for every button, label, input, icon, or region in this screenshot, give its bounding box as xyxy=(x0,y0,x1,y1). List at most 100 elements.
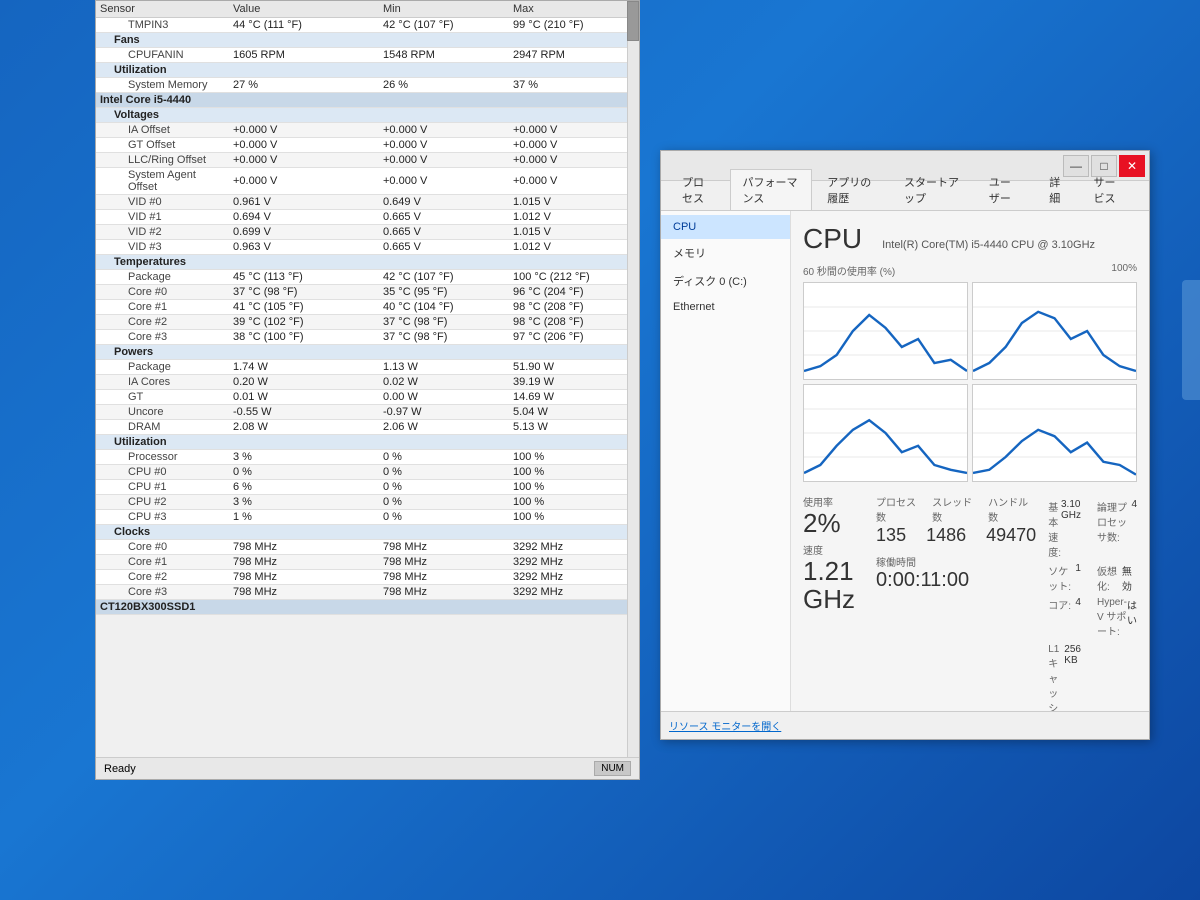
table-row: DRAM2.08 W2.06 W5.13 W xyxy=(96,420,639,435)
sensor-table-scroll[interactable]: Sensor Value Min Max TMPIN344 °C (111 °F… xyxy=(96,1,639,757)
sensor-name-cell: Core #1 xyxy=(96,555,229,570)
hyperv-value: はい xyxy=(1127,597,1137,638)
sensor-value-cell: 798 MHz xyxy=(229,585,379,600)
sensor-header-cell: Intel Core i5-4440 xyxy=(96,93,639,108)
sensor-max-cell: 39.19 W xyxy=(509,375,639,390)
tab-history[interactable]: アプリの履歴 xyxy=(814,169,889,210)
sensor-max-cell: 51.90 W xyxy=(509,360,639,375)
sensor-value-cell: 44 °C (111 °F) xyxy=(229,18,379,33)
table-row: CT120BX300SSD1 xyxy=(96,600,639,615)
sensor-value-cell: 798 MHz xyxy=(229,540,379,555)
sensor-min-cell: +0.000 V xyxy=(379,123,509,138)
cpu-graphs-grid xyxy=(803,282,1137,482)
tab-users[interactable]: ユーザー xyxy=(976,169,1034,210)
sensor-header-cell: Fans xyxy=(96,33,639,48)
cpu-model-label: Intel(R) Core(TM) i5-4440 CPU @ 3.10GHz xyxy=(882,239,1095,251)
table-row: Core #239 °C (102 °F)37 °C (98 °F)98 °C … xyxy=(96,315,639,330)
handles-value: 49470 xyxy=(986,526,1036,546)
sensor-name-cell: GT Offset xyxy=(96,138,229,153)
sensor-min-cell: 2.06 W xyxy=(379,420,509,435)
taskmanager-panel: — □ ✕ プロセス パフォーマンス アプリの履歴 スタートアップ ユーザー 詳… xyxy=(660,150,1150,740)
sensor-name-cell: Core #2 xyxy=(96,570,229,585)
table-row: Utilization xyxy=(96,63,639,78)
sensor-max-cell: 37 % xyxy=(509,78,639,93)
sensor-value-cell: 37 °C (98 °F) xyxy=(229,285,379,300)
sensor-min-cell: 40 °C (104 °F) xyxy=(379,300,509,315)
sensor-value-cell: 1.74 W xyxy=(229,360,379,375)
scrollbar[interactable] xyxy=(627,1,639,757)
sidebar-item-memory[interactable]: メモリ xyxy=(661,239,790,267)
table-row: Core #3798 MHz798 MHz3292 MHz xyxy=(96,585,639,600)
sensor-min-cell: 0 % xyxy=(379,450,509,465)
sensor-value-cell: 0.963 V xyxy=(229,240,379,255)
sensor-name-cell: System Agent Offset xyxy=(96,168,229,195)
table-row: Uncore-0.55 W-0.97 W5.04 W xyxy=(96,405,639,420)
cpu-detail-main: CPU Intel(R) Core(TM) i5-4440 CPU @ 3.10… xyxy=(791,211,1149,711)
sensor-name-cell: CPU #1 xyxy=(96,480,229,495)
sensor-max-cell: 5.04 W xyxy=(509,405,639,420)
sensor-min-cell: 798 MHz xyxy=(379,555,509,570)
table-row: VID #20.699 V0.665 V1.015 V xyxy=(96,225,639,240)
col-value: Value xyxy=(229,1,379,18)
tabs-bar: プロセス パフォーマンス アプリの履歴 スタートアップ ユーザー 詳細 サービス xyxy=(661,181,1149,211)
resource-monitor-link[interactable]: リソース モニターを開く xyxy=(669,718,781,733)
sensor-max-cell: 1.015 V xyxy=(509,195,639,210)
performance-sidebar: CPU メモリ ディスク 0 (C:) Ethernet xyxy=(661,211,791,711)
sensor-name-cell: IA Cores xyxy=(96,375,229,390)
cores-row: コア: 4 xyxy=(1048,596,1081,639)
cpu-info-grid: 基本速度: 3.10 GHz 論理プロセッサ数: 4 ソケット: 1 仮想化 xyxy=(1048,498,1137,711)
content-area: CPU メモリ ディスク 0 (C:) Ethernet CPU Intel(R… xyxy=(661,211,1149,711)
sensor-value-cell: 3 % xyxy=(229,450,379,465)
sensor-header-cell: Clocks xyxy=(96,525,639,540)
sensor-name-cell: GT xyxy=(96,390,229,405)
cores-value: 4 xyxy=(1075,597,1081,638)
col-sensor: Sensor xyxy=(96,1,229,18)
sensor-max-cell: 97 °C (206 °F) xyxy=(509,330,639,345)
sensor-min-cell: 1.13 W xyxy=(379,360,509,375)
tab-services[interactable]: サービス xyxy=(1081,169,1140,210)
cpu-graph-1 xyxy=(972,282,1137,380)
sensor-name-cell: Core #0 xyxy=(96,285,229,300)
col-min: Min xyxy=(379,1,509,18)
scroll-thumb[interactable] xyxy=(627,1,639,41)
table-row: VID #10.694 V0.665 V1.012 V xyxy=(96,210,639,225)
sensor-min-cell: 0 % xyxy=(379,510,509,525)
tab-details[interactable]: 詳細 xyxy=(1036,169,1078,210)
sidebar-item-disk[interactable]: ディスク 0 (C:) xyxy=(661,267,790,295)
sensor-min-cell: 798 MHz xyxy=(379,570,509,585)
sensor-max-cell: 100 % xyxy=(509,495,639,510)
tab-performance[interactable]: パフォーマンス xyxy=(730,169,813,210)
sensor-min-cell: 0.665 V xyxy=(379,240,509,255)
sensor-name-cell: TMPIN3 xyxy=(96,18,229,33)
l1-row: L1 キャッシュ: 256 KB xyxy=(1048,643,1081,711)
sensor-name-cell: Processor xyxy=(96,450,229,465)
sensor-name-cell: System Memory xyxy=(96,78,229,93)
table-row: Temperatures xyxy=(96,255,639,270)
table-row: Core #1798 MHz798 MHz3292 MHz xyxy=(96,555,639,570)
usage-label: 使用率 xyxy=(803,494,864,509)
sensor-min-cell: 798 MHz xyxy=(379,540,509,555)
sensor-name-cell: VID #2 xyxy=(96,225,229,240)
cpu-graph-2 xyxy=(803,384,968,482)
sensor-name-cell: Core #2 xyxy=(96,315,229,330)
sensor-header-cell: Utilization xyxy=(96,63,639,78)
tab-processes[interactable]: プロセス xyxy=(669,169,728,210)
tab-startup[interactable]: スタートアップ xyxy=(891,169,974,210)
table-row: Fans xyxy=(96,33,639,48)
sidebar-item-ethernet[interactable]: Ethernet xyxy=(661,295,790,319)
sensor-max-cell: 3292 MHz xyxy=(509,555,639,570)
sensor-min-cell: 37 °C (98 °F) xyxy=(379,315,509,330)
sensor-name-cell: IA Offset xyxy=(96,123,229,138)
sidebar-item-cpu[interactable]: CPU xyxy=(661,215,790,239)
sensor-max-cell: +0.000 V xyxy=(509,153,639,168)
sensor-min-cell: 35 °C (95 °F) xyxy=(379,285,509,300)
sensor-value-cell: 0.961 V xyxy=(229,195,379,210)
graph-label-row: 60 秒間の使用率 (%) 100% xyxy=(803,263,1137,278)
sensor-max-cell: 100 % xyxy=(509,480,639,495)
sensor-header-cell: Utilization xyxy=(96,435,639,450)
table-row: Intel Core i5-4440 xyxy=(96,93,639,108)
col-max: Max xyxy=(509,1,639,18)
sensor-max-cell: 100 % xyxy=(509,510,639,525)
sensor-name-cell: Core #3 xyxy=(96,330,229,345)
sensor-value-cell: +0.000 V xyxy=(229,123,379,138)
